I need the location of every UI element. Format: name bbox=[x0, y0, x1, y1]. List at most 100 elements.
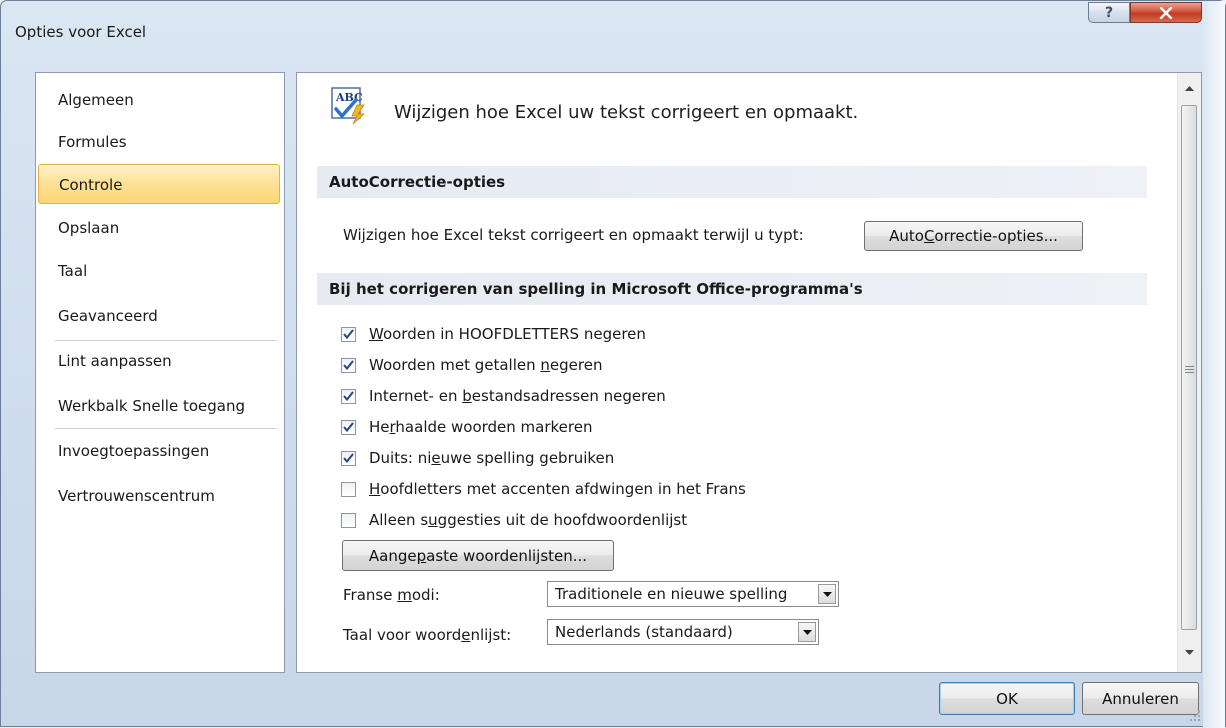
close-icon bbox=[1159, 6, 1173, 19]
grip-lines-icon bbox=[1185, 366, 1194, 373]
nav-item-lint-aanpassen[interactable]: Lint aanpassen bbox=[38, 341, 280, 381]
label-part: oorden in HOOFDLETTERS negeren bbox=[382, 325, 646, 343]
scroll-down-icon bbox=[1185, 649, 1194, 655]
checkbox[interactable] bbox=[341, 357, 356, 373]
nav-item-algemeen[interactable]: Algemeen bbox=[38, 80, 280, 120]
label-mnemonic: m bbox=[397, 586, 412, 604]
label-mnemonic: u bbox=[428, 511, 438, 529]
scroll-down-button[interactable] bbox=[1178, 643, 1201, 661]
option-label: Internet- en bestandsadressen negeren bbox=[369, 387, 666, 405]
button-label-mnemonic: C bbox=[923, 227, 935, 245]
content-panel: ABC Wijzigen hoe Excel uw tekst corrigee… bbox=[296, 72, 1202, 673]
checkmark-icon bbox=[343, 329, 354, 339]
checkbox[interactable] bbox=[341, 419, 356, 435]
option-label: Herhaalde woorden markeren bbox=[369, 418, 592, 436]
button-label-mnemonic: p bbox=[416, 546, 427, 565]
nav-item-vertrouwenscentrum[interactable]: Vertrouwenscentrum bbox=[38, 476, 280, 516]
checkmark-icon bbox=[343, 453, 354, 463]
help-icon: ? bbox=[1104, 4, 1114, 21]
french-modes-dropdown[interactable]: Traditionele en nieuwe spelling bbox=[547, 581, 839, 607]
nav-item-geavanceerd[interactable]: Geavanceerd bbox=[38, 296, 280, 336]
label-part: oofdletters met accenten afdwingen in he… bbox=[380, 480, 746, 498]
nav-item-werkbalk-snelle-toegang[interactable]: Werkbalk Snelle toegang bbox=[38, 386, 280, 426]
window-title: Opties voor Excel bbox=[15, 23, 147, 41]
french-modes-label: Franse modi: bbox=[343, 585, 440, 605]
resize-grip-icon[interactable] bbox=[1189, 710, 1201, 722]
label-mnemonic: H bbox=[369, 480, 381, 498]
checkmark-icon bbox=[343, 360, 354, 370]
custom-dictionaries-button[interactable]: Aange p aste woordenlijsten... bbox=[342, 540, 614, 571]
label-part: uwe spelling gebruiken bbox=[440, 449, 615, 467]
options-dialog: Opties voor Excel ? Algemeen Formules Co… bbox=[0, 0, 1226, 728]
autocorrect-description: Wijzigen hoe Excel tekst corrigeert en o… bbox=[343, 226, 804, 244]
nav-item-opslaan[interactable]: Opslaan bbox=[38, 208, 280, 248]
checkbox[interactable] bbox=[341, 326, 356, 342]
label-part: Duits: ni bbox=[369, 449, 432, 467]
nav-item-formules[interactable]: Formules bbox=[38, 122, 280, 162]
label-part: odi: bbox=[411, 586, 440, 604]
ok-button[interactable]: OK bbox=[939, 682, 1075, 715]
checkbox[interactable] bbox=[341, 481, 356, 497]
scrollbar-thumb[interactable] bbox=[1181, 105, 1197, 630]
option-label: Woorden in HOOFDLETTERS negeren bbox=[369, 325, 646, 343]
checkmark-icon bbox=[343, 391, 354, 401]
close-button[interactable] bbox=[1130, 2, 1202, 23]
label-part: haalde woorden markeren bbox=[395, 418, 593, 436]
button-label-part: orrectie-opties... bbox=[934, 227, 1058, 245]
label-part: He bbox=[369, 418, 390, 436]
label-part: estandsadressen negeren bbox=[471, 387, 666, 405]
label-mnemonic: e bbox=[431, 449, 441, 467]
option-german-new-spelling[interactable]: Duits: nieuwe spelling gebruiken bbox=[341, 446, 614, 470]
title-bar: Opties voor Excel ? bbox=[1, 1, 1225, 41]
label-mnemonic: b bbox=[462, 387, 472, 405]
cancel-button[interactable]: Annuleren bbox=[1082, 682, 1199, 715]
checkbox[interactable] bbox=[341, 450, 356, 466]
dictionary-language-value: Nederlands (standaard) bbox=[555, 623, 733, 641]
chevron-down-icon bbox=[802, 629, 812, 635]
label-part: ggesties uit de hoofdwoordenlijst bbox=[437, 511, 688, 529]
option-french-accented-uppercase[interactable]: Hoofdletters met accenten afdwingen in h… bbox=[341, 477, 746, 501]
checkbox[interactable] bbox=[341, 512, 356, 528]
nav-item-taal[interactable]: Taal bbox=[38, 251, 280, 291]
dropdown-arrow[interactable] bbox=[818, 584, 836, 604]
checkmark-icon bbox=[343, 422, 354, 432]
option-ignore-numbers[interactable]: Woorden met getallen negeren bbox=[341, 353, 602, 377]
option-ignore-internet-addresses[interactable]: Internet- en bestandsadressen negeren bbox=[341, 384, 666, 408]
label-part: Franse bbox=[343, 586, 398, 604]
nav-divider bbox=[55, 428, 277, 429]
svg-text:ABC: ABC bbox=[335, 91, 363, 104]
nav-item-controle[interactable]: Controle bbox=[38, 164, 280, 204]
label-part: egeren bbox=[549, 356, 603, 374]
dictionary-language-label: Taal voor woordenlijst: bbox=[343, 625, 511, 645]
option-ignore-uppercase[interactable]: Woorden in HOOFDLETTERS negeren bbox=[341, 322, 646, 346]
label-part: Taal voor woord bbox=[343, 626, 462, 644]
button-label-part: aste woordenlijsten... bbox=[426, 546, 588, 565]
button-label-part: Auto bbox=[889, 227, 924, 245]
abc-spellcheck-icon: ABC bbox=[331, 87, 366, 125]
option-suggest-main-dictionary-only[interactable]: Alleen suggesties uit de hoofdwoordenlij… bbox=[341, 508, 687, 532]
spelling-section-header: Bij het corrigeren van spelling in Micro… bbox=[317, 273, 1147, 305]
label-part: Alleen s bbox=[369, 511, 429, 529]
autocorrect-section-header: AutoCorrectie-opties bbox=[317, 166, 1147, 198]
label-mnemonic: n bbox=[540, 356, 550, 374]
autocorrect-options-button[interactable]: Auto Correctie-opties... bbox=[864, 221, 1083, 251]
nav-item-invoegtoepassingen[interactable]: Invoegtoepassingen bbox=[38, 431, 280, 471]
help-button[interactable]: ? bbox=[1088, 2, 1130, 23]
option-label: Duits: nieuwe spelling gebruiken bbox=[369, 449, 614, 467]
chevron-down-icon bbox=[822, 591, 832, 597]
option-label: Alleen suggesties uit de hoofdwoordenlij… bbox=[369, 511, 687, 529]
option-label: Hoofdletters met accenten afdwingen in h… bbox=[369, 480, 746, 498]
option-flag-repeated-words[interactable]: Herhaalde woorden markeren bbox=[341, 415, 592, 439]
label-mnemonic: W bbox=[369, 325, 383, 343]
background-strip bbox=[1203, 1, 1225, 728]
scroll-up-button[interactable] bbox=[1178, 79, 1201, 97]
checkbox[interactable] bbox=[341, 388, 356, 404]
page-heading: Wijzigen hoe Excel uw tekst corrigeert e… bbox=[394, 102, 859, 123]
dropdown-arrow[interactable] bbox=[798, 622, 816, 642]
vertical-scrollbar[interactable] bbox=[1177, 73, 1201, 672]
dictionary-language-dropdown[interactable]: Nederlands (standaard) bbox=[547, 619, 819, 645]
french-modes-value: Traditionele en nieuwe spelling bbox=[555, 585, 788, 603]
label-part: Woorden met getallen bbox=[369, 356, 541, 374]
category-list: Algemeen Formules Controle Opslaan Taal … bbox=[35, 72, 285, 673]
scroll-up-icon bbox=[1185, 85, 1194, 91]
